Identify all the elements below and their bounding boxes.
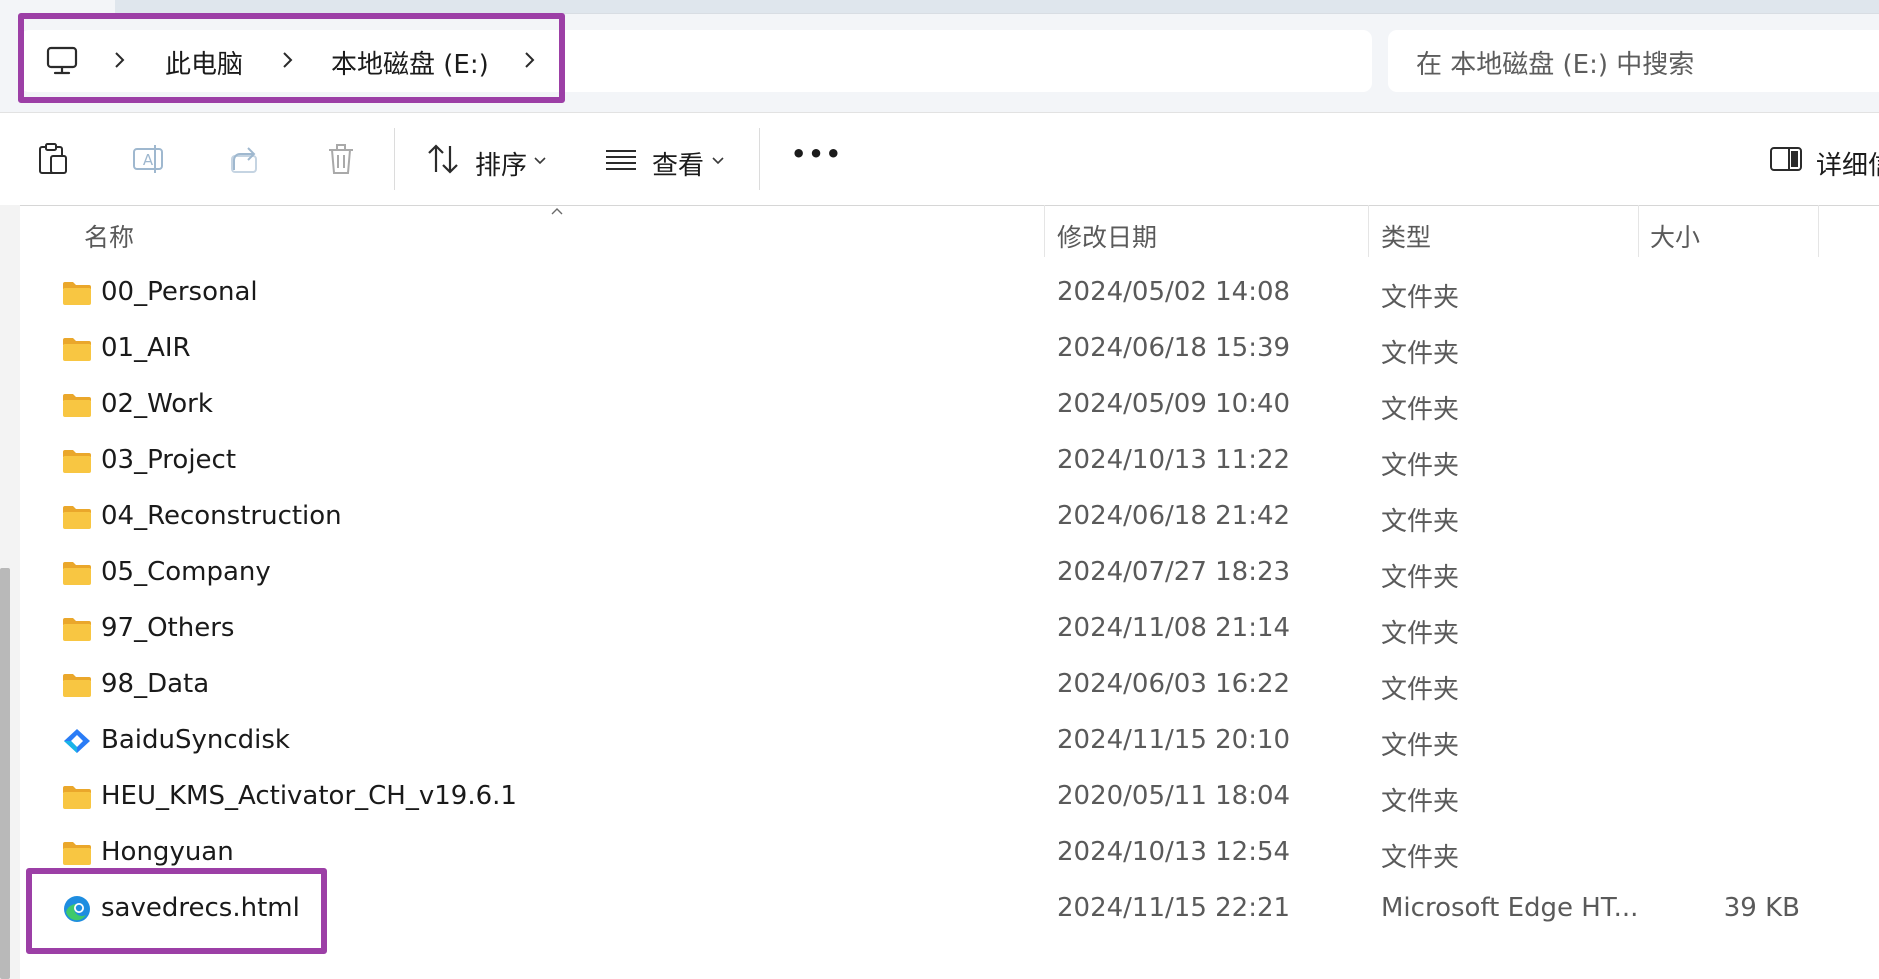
details-pane-icon[interactable] [1769, 142, 1803, 176]
svg-text:A: A [143, 151, 154, 169]
file-name[interactable]: 98_Data [101, 669, 209, 699]
file-size: 39 KB [1723, 893, 1800, 923]
file-type: 文件夹 [1381, 619, 1460, 649]
file-name[interactable]: BaiduSyncdisk [101, 725, 290, 755]
file-type: 文件夹 [1381, 339, 1460, 369]
share-icon[interactable] [228, 142, 262, 176]
column-header-name[interactable]: 名称 [84, 218, 134, 254]
file-name[interactable]: 04_Reconstruction [101, 501, 342, 531]
file-modified: 2024/05/09 10:40 [1057, 389, 1291, 419]
delete-icon[interactable] [324, 142, 358, 176]
file-modified: 2024/11/08 21:14 [1057, 613, 1291, 643]
file-type: Microsoft Edge HT... [1381, 893, 1639, 923]
folder-icon [63, 450, 91, 473]
list-item[interactable]: 01_AIR 2024/06/18 15:39 文件夹 [20, 322, 1879, 378]
file-modified: 2024/11/15 22:21 [1057, 893, 1291, 923]
list-item[interactable]: HEU_KMS_Activator_CH_v19.6.1 2020/05/11 … [20, 770, 1879, 826]
column-divider[interactable] [1638, 205, 1639, 257]
file-name[interactable]: 01_AIR [101, 333, 191, 363]
file-type: 文件夹 [1381, 675, 1460, 705]
breadcrumb-highlight-box [18, 13, 565, 103]
file-type: 文件夹 [1381, 843, 1460, 873]
folder-icon [63, 338, 91, 361]
list-item[interactable]: 98_Data 2024/06/03 16:22 文件夹 [20, 658, 1879, 714]
file-name[interactable]: Hongyuan [101, 837, 234, 867]
list-item[interactable]: 02_Work 2024/05/09 10:40 文件夹 [20, 378, 1879, 434]
file-name[interactable]: 05_Company [101, 557, 271, 587]
column-divider[interactable] [1044, 205, 1045, 257]
navigation-scrollbar-thumb[interactable] [0, 568, 10, 979]
column-header-modified[interactable]: 修改日期 [1057, 218, 1157, 254]
column-divider[interactable] [1818, 205, 1819, 257]
folder-icon [63, 506, 91, 529]
file-type: 文件夹 [1381, 507, 1460, 537]
file-modified: 2024/06/03 16:22 [1057, 669, 1291, 699]
file-highlight-box [26, 868, 327, 954]
file-name[interactable]: 00_Personal [101, 277, 258, 307]
rename-icon[interactable]: A [131, 142, 165, 176]
list-item[interactable]: 00_Personal 2024/05/02 14:08 文件夹 [20, 266, 1879, 322]
file-name[interactable]: 03_Project [101, 445, 236, 475]
chevron-down-icon[interactable] [711, 156, 725, 166]
file-name[interactable]: HEU_KMS_Activator_CH_v19.6.1 [101, 781, 517, 811]
file-modified: 2024/07/27 18:23 [1057, 557, 1291, 587]
column-divider[interactable] [1368, 205, 1369, 257]
file-type: 文件夹 [1381, 395, 1460, 425]
more-options-button[interactable]: ••• [791, 140, 843, 168]
file-modified: 2024/10/13 11:22 [1057, 445, 1291, 475]
toolbar-separator [759, 128, 760, 190]
column-header-size[interactable]: 大小 [1650, 218, 1700, 254]
file-name[interactable]: 02_Work [101, 389, 213, 419]
folder-icon [63, 674, 91, 697]
column-header-type[interactable]: 类型 [1381, 218, 1431, 254]
chevron-down-icon[interactable] [533, 156, 547, 166]
search-placeholder[interactable]: 在 本地磁盘 (E:) 中搜索 [1416, 44, 1694, 81]
file-modified: 2024/06/18 21:42 [1057, 501, 1291, 531]
baidu-sync-icon [64, 729, 90, 753]
file-type: 文件夹 [1381, 563, 1460, 593]
file-type: 文件夹 [1381, 787, 1460, 817]
folder-icon [63, 282, 91, 305]
file-modified: 2020/05/11 18:04 [1057, 781, 1291, 811]
list-item[interactable]: 97_Others 2024/11/08 21:14 文件夹 [20, 602, 1879, 658]
file-type: 文件夹 [1381, 451, 1460, 481]
toolbar-separator [394, 128, 395, 190]
sort-ascending-icon [551, 208, 563, 215]
view-list-icon[interactable] [604, 142, 638, 176]
folder-icon [63, 394, 91, 417]
file-type: 文件夹 [1381, 731, 1460, 761]
folder-icon [63, 562, 91, 585]
details-button[interactable]: 详细信 [1816, 145, 1879, 182]
paste-icon[interactable] [36, 142, 70, 176]
view-button[interactable]: 查看 [652, 145, 704, 182]
file-modified: 2024/11/15 20:10 [1057, 725, 1291, 755]
sort-icon[interactable] [426, 142, 460, 176]
tab-strip-edge [0, 0, 115, 13]
file-name[interactable]: 97_Others [101, 613, 234, 643]
tab-strip [115, 0, 1879, 14]
file-modified: 2024/05/02 14:08 [1057, 277, 1291, 307]
list-item[interactable]: 05_Company 2024/07/27 18:23 文件夹 [20, 546, 1879, 602]
folder-icon [63, 842, 91, 865]
folder-icon [63, 786, 91, 809]
sort-button[interactable]: 排序 [475, 145, 527, 182]
folder-icon [63, 618, 91, 641]
list-item[interactable]: BaiduSyncdisk 2024/11/15 20:10 文件夹 [20, 714, 1879, 770]
file-modified: 2024/06/18 15:39 [1057, 333, 1291, 363]
list-item[interactable]: 03_Project 2024/10/13 11:22 文件夹 [20, 434, 1879, 490]
list-item[interactable]: 04_Reconstruction 2024/06/18 21:42 文件夹 [20, 490, 1879, 546]
file-type: 文件夹 [1381, 283, 1460, 313]
command-bar [0, 112, 1879, 206]
file-modified: 2024/10/13 12:54 [1057, 837, 1291, 867]
